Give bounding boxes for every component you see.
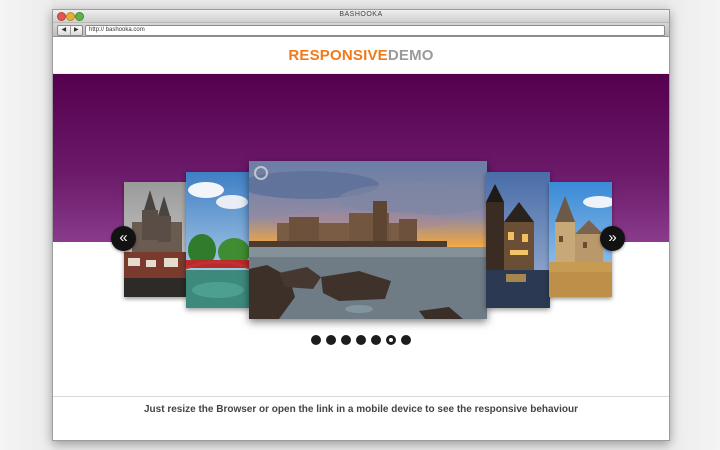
pagination-dot-1[interactable]: [311, 335, 321, 345]
double-chevron-right-icon[interactable]: »: [600, 226, 625, 251]
double-chevron-left-icon[interactable]: «: [111, 226, 136, 251]
site-logo[interactable]: RESPONSIVEDEMO: [288, 47, 433, 64]
forward-arrow-icon[interactable]: ▶: [69, 26, 83, 35]
logo-primary-text: RESPONSIVE: [288, 46, 388, 64]
pagination-dot-3[interactable]: [341, 335, 351, 345]
title-bar: BASHOOKA: [53, 10, 669, 23]
logo-secondary-text: DEMO: [387, 46, 434, 64]
night-castle-slide[interactable]: [486, 172, 550, 308]
backdrop-right: [668, 0, 720, 450]
back-arrow-icon[interactable]: ◀: [58, 26, 70, 35]
pagination-dots: [53, 335, 669, 345]
browser-window: BASHOOKA ◀ ▶ http:// bashooka.com RESPON…: [52, 9, 670, 441]
site-header: RESPONSIVEDEMO: [53, 37, 669, 74]
footer: Just resize the Browser or open the link…: [53, 396, 669, 440]
play-indicator-icon[interactable]: [254, 166, 268, 180]
address-bar[interactable]: http:// bashooka.com: [85, 25, 665, 36]
nav-buttons: ◀ ▶: [57, 25, 83, 36]
garden-bridge-slide[interactable]: [186, 172, 250, 308]
pagination-dot-7[interactable]: [401, 335, 411, 345]
pagination-dot-2[interactable]: [326, 335, 336, 345]
footer-text: Just resize the Browser or open the link…: [143, 404, 579, 415]
seaside-fortress-slide[interactable]: [249, 161, 487, 319]
carousel-stage: « »: [53, 74, 669, 398]
pagination-dot-4[interactable]: [356, 335, 366, 345]
browser-toolbar: ◀ ▶ http:// bashooka.com: [53, 23, 669, 37]
pagination-dot-5[interactable]: [371, 335, 381, 345]
pagination-dot-6[interactable]: [386, 335, 396, 345]
window-title: BASHOOKA: [339, 11, 383, 18]
backdrop-left: [0, 0, 52, 450]
